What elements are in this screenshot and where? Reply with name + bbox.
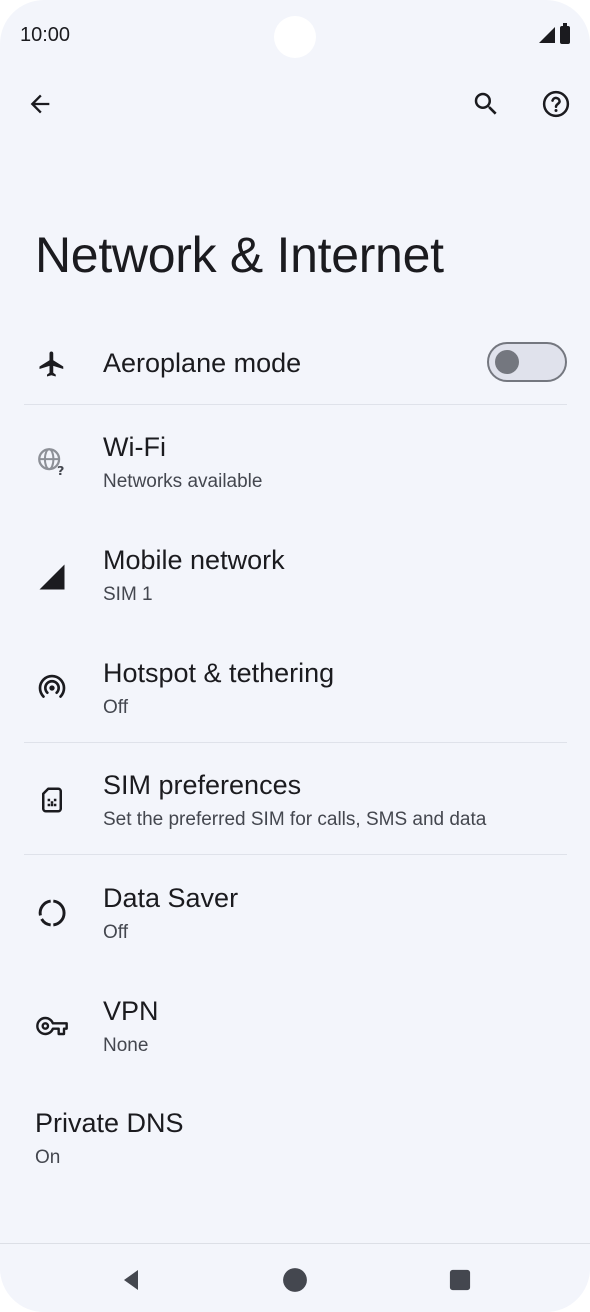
wifi-subtitle: Networks available	[103, 471, 263, 492]
mobile-network-subtitle: SIM 1	[103, 584, 153, 605]
help-button[interactable]	[532, 80, 580, 128]
help-circle-icon	[542, 90, 570, 118]
battery-icon	[560, 23, 570, 44]
data-saver-row[interactable]: Data Saver Off	[0, 871, 590, 967]
nav-recents-icon	[449, 1269, 471, 1291]
search-icon	[474, 92, 497, 115]
sim-card-icon	[28, 776, 76, 824]
wifi-globe-question-icon: ?	[28, 438, 76, 486]
phone-screen: 10:00 Network & Internet Aeroplane mode …	[0, 0, 590, 1312]
vpn-title: VPN	[103, 996, 159, 1026]
hotspot-subtitle: Off	[103, 697, 128, 718]
camera-cutout	[274, 16, 316, 58]
status-icons	[539, 23, 570, 44]
toggle-knob	[495, 350, 519, 374]
wifi-title: Wi-Fi	[103, 432, 166, 462]
aeroplane-mode-label: Aeroplane mode	[103, 348, 302, 378]
svg-text:?: ?	[57, 464, 64, 479]
mobile-network-row[interactable]: Mobile network SIM 1	[0, 533, 590, 629]
signal-strength-icon	[539, 27, 555, 43]
private-dns-title: Private DNS	[35, 1108, 184, 1138]
divider	[24, 854, 567, 855]
aeroplane-mode-row[interactable]: Aeroplane mode	[0, 332, 590, 404]
nav-back-icon	[124, 1270, 138, 1290]
sim-preferences-title: SIM preferences	[103, 770, 302, 800]
vpn-row[interactable]: VPN None	[0, 984, 590, 1080]
hotspot-icon	[28, 664, 76, 712]
system-navigation-bar	[0, 1243, 590, 1312]
hotspot-row[interactable]: Hotspot & tethering Off	[0, 646, 590, 742]
page-title: Network & Internet	[35, 227, 444, 283]
mobile-network-title: Mobile network	[103, 545, 285, 575]
divider	[24, 742, 567, 743]
top-app-bar	[0, 72, 590, 136]
sim-preferences-subtitle: Set the preferred SIM for calls, SMS and…	[103, 809, 487, 830]
divider	[24, 404, 567, 405]
status-time: 10:00	[20, 24, 71, 46]
sim-preferences-row[interactable]: SIM preferences Set the preferred SIM fo…	[0, 758, 590, 854]
data-saver-subtitle: Off	[103, 922, 128, 943]
airplane-icon	[28, 340, 76, 388]
arrow-left-icon	[30, 94, 50, 114]
private-dns-row[interactable]: Private DNS On	[0, 1096, 590, 1192]
data-saver-icon	[28, 889, 76, 937]
hotspot-title: Hotspot & tethering	[103, 658, 335, 688]
data-saver-title: Data Saver	[103, 883, 239, 913]
wifi-row[interactable]: ? Wi-Fi Networks available	[0, 420, 590, 516]
vpn-subtitle: None	[103, 1035, 149, 1056]
aeroplane-mode-toggle[interactable]	[487, 342, 567, 382]
search-button[interactable]	[462, 80, 510, 128]
status-bar: 10:00	[0, 0, 590, 72]
private-dns-subtitle: On	[35, 1147, 61, 1168]
vpn-key-icon	[28, 1002, 76, 1050]
cellular-signal-icon	[28, 553, 76, 601]
nav-home-icon	[283, 1268, 307, 1292]
nav-recents-button[interactable]	[432, 1252, 488, 1308]
nav-home-button[interactable]	[267, 1252, 323, 1308]
back-button[interactable]	[16, 80, 64, 128]
nav-back-button[interactable]	[103, 1252, 159, 1308]
